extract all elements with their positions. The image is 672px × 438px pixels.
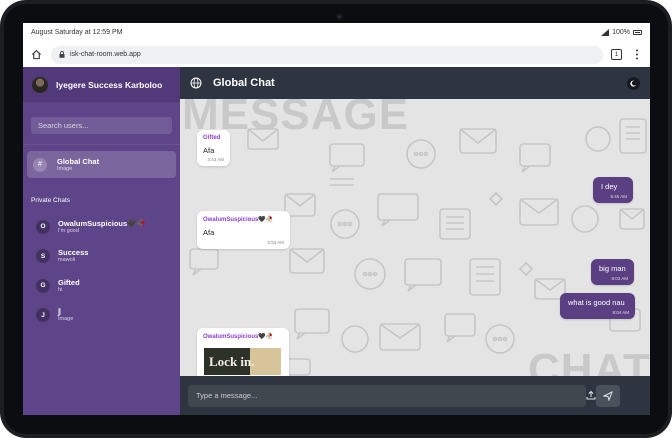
message-bubble-outgoing[interactable]: big man 8:03 AM — [591, 259, 634, 285]
tabs-icon[interactable]: 1 — [611, 49, 622, 60]
home-icon — [31, 49, 41, 60]
search-users-input[interactable] — [31, 117, 172, 134]
send-icon — [603, 390, 613, 401]
message-bubble-outgoing[interactable]: what is good nau 8:04 AM — [560, 293, 635, 319]
front-camera — [336, 13, 343, 20]
theme-toggle-button[interactable] — [627, 77, 640, 90]
private-chat-list: O OwalumSuspicious🖤🥀 I'm good S Success … — [23, 212, 180, 330]
browser-toolbar: isk-chat-room.web.app 1 — [23, 42, 650, 67]
message-sender: OwalumSuspicious🖤🥀 — [203, 334, 274, 340]
user-avatar[interactable] — [32, 76, 48, 93]
message-text: big man — [599, 264, 626, 273]
lock-icon — [59, 51, 65, 58]
upload-icon — [586, 390, 596, 400]
address-bar[interactable]: isk-chat-room.web.app — [51, 45, 603, 64]
chat-name: 𝕁 — [58, 307, 61, 317]
message-time: 5:46 AM — [610, 194, 627, 199]
message-sender: Gifted — [203, 135, 221, 141]
private-chat-item[interactable]: G Gifted hi — [23, 271, 180, 301]
tablet-frame: August Saturday at 12:59 PM 100% isk-cha… — [0, 0, 672, 438]
chat-panel: Global Chat MESSAGE CHAT Gifted Afa 3:43… — [180, 67, 650, 415]
message-time: 8:03 AM — [611, 276, 628, 281]
chat-avatar: S — [36, 249, 50, 264]
message-composer — [180, 376, 650, 415]
private-chats-heading: Private Chats — [31, 197, 71, 204]
message-text: Afa — [203, 146, 215, 155]
message-bubble[interactable]: OwalumSuspicious🖤🥀 Afa 6:53 AM — [197, 211, 290, 249]
battery-icon — [633, 30, 642, 35]
chat-preview: Image — [58, 316, 74, 323]
chat-header: Global Chat — [180, 67, 650, 99]
background-word-bottom: CHAT — [528, 345, 650, 376]
message-time: 8:04 AM — [612, 310, 629, 315]
message-text: I dey — [601, 182, 618, 191]
image-caption-text: Lock in. — [209, 354, 255, 369]
sidebar-header: Iyegere Success Karboloo — [23, 67, 180, 103]
global-chat-preview: Image — [57, 165, 73, 172]
message-time: 6:53 AM — [267, 240, 284, 245]
chat-name: Success — [58, 248, 89, 258]
message-text: what is good nau — [568, 298, 625, 307]
chat-name: OwalumSuspicious🖤🥀 — [58, 218, 146, 228]
private-chat-item[interactable]: O OwalumSuspicious🖤🥀 I'm good — [23, 212, 180, 242]
status-indicators: 100% — [601, 29, 642, 36]
more-vert-icon — [636, 49, 638, 60]
chat-preview: mawoli — [58, 257, 76, 264]
chat-title: Global Chat — [213, 77, 275, 89]
battery-level: 100% — [612, 29, 630, 36]
user-name: Iyegere Success Karboloo — [56, 79, 163, 90]
message-bubble[interactable]: Gifted Afa 3:43 AM — [197, 130, 230, 166]
globe-icon — [190, 77, 202, 89]
menu-button[interactable] — [630, 48, 644, 62]
screen: August Saturday at 12:59 PM 100% isk-cha… — [23, 23, 650, 415]
chat-preview: I'm good — [58, 227, 79, 234]
url-text: isk-chat-room.web.app — [70, 51, 141, 58]
home-button[interactable] — [29, 48, 43, 62]
private-chat-item[interactable]: S Success mawoli — [23, 242, 180, 272]
chat-avatar: O — [36, 219, 50, 234]
upload-button[interactable] — [584, 388, 598, 402]
chat-name: Gifted — [58, 277, 80, 287]
chat-preview: hi — [58, 286, 63, 293]
message-text: Afa — [203, 228, 215, 237]
sidebar-item-global-chat[interactable]: # Global Chat Image — [27, 151, 176, 178]
message-time: 3:43 AM — [207, 157, 224, 162]
sidebar-divider — [23, 144, 180, 145]
message-image[interactable]: Lock in. — [204, 348, 281, 375]
send-button[interactable] — [596, 384, 620, 407]
global-chat-avatar: # — [33, 157, 47, 172]
status-bar: August Saturday at 12:59 PM 100% — [23, 23, 650, 42]
signal-icon — [601, 29, 610, 36]
chat-avatar: G — [36, 278, 50, 293]
message-input[interactable] — [188, 384, 586, 407]
status-datetime: August Saturday at 12:59 PM — [31, 29, 123, 36]
sidebar: Iyegere Success Karboloo # Global Chat I… — [23, 67, 180, 415]
chat-app: Iyegere Success Karboloo # Global Chat I… — [23, 67, 650, 415]
message-bubble-outgoing[interactable]: I dey 5:46 AM — [593, 177, 633, 203]
message-sender: OwalumSuspicious🖤🥀 — [203, 217, 274, 223]
global-chat-title: Global Chat — [57, 156, 100, 166]
chat-avatar: J — [36, 308, 50, 323]
private-chat-item[interactable]: J 𝕁 Image — [23, 301, 180, 331]
theme-toggle-icon — [630, 80, 637, 87]
